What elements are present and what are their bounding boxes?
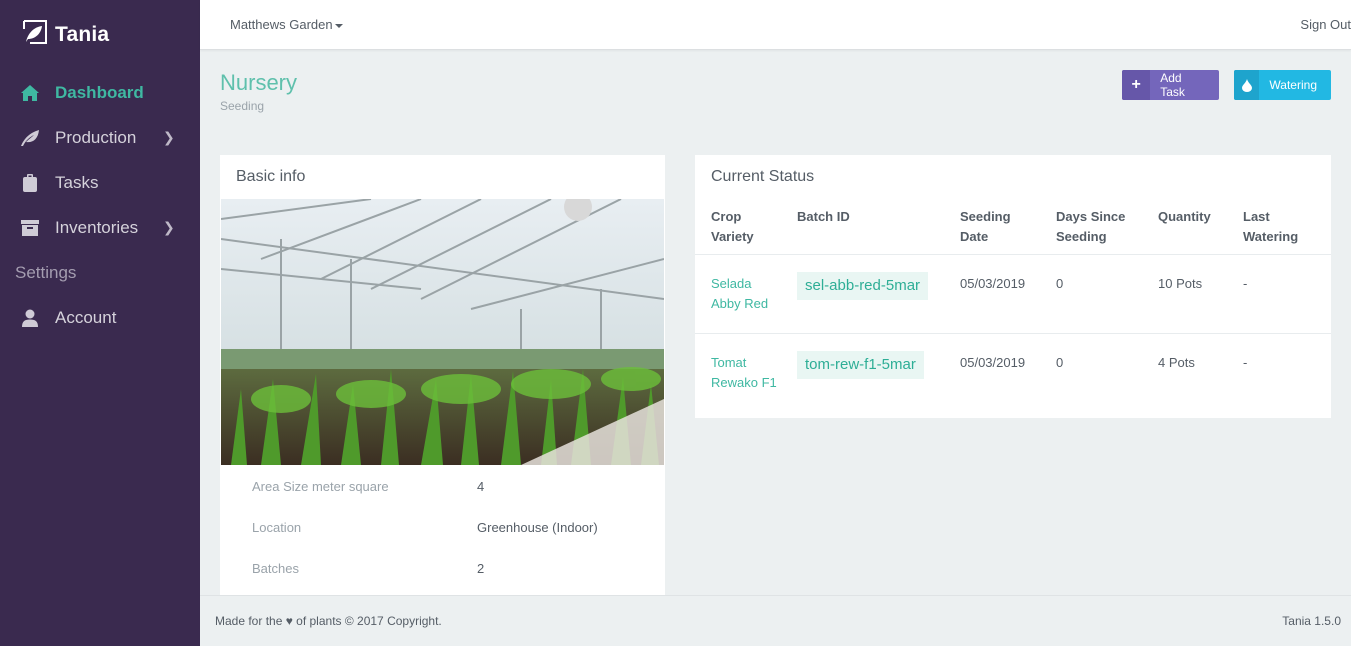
seeding-date-cell: 05/03/2019 bbox=[960, 254, 1056, 334]
quantity-cell: 4 Pots bbox=[1158, 355, 1195, 370]
footer-divider bbox=[200, 595, 1351, 596]
column-header: Seeding Date bbox=[960, 205, 1056, 255]
topbar: Matthews Garden Sign Out bbox=[200, 0, 1351, 50]
table-row: Tomat Rewako F1 tom-rew-f1-5mar 05/03/20… bbox=[695, 334, 1331, 413]
add-task-label: Add Task bbox=[1160, 71, 1185, 99]
table-header-row: Crop Variety Batch ID Seeding Date Days … bbox=[695, 205, 1331, 255]
crop-variety-cell[interactable]: Tomat Rewako F1 bbox=[695, 334, 797, 413]
batch-id-tag[interactable]: tom-rew-f1-5mar bbox=[797, 351, 924, 379]
plus-icon: + bbox=[1122, 70, 1151, 100]
info-label: Batches bbox=[252, 561, 299, 576]
sidebar-item-account[interactable]: Account bbox=[0, 295, 200, 340]
farm-name: Matthews Garden bbox=[230, 17, 333, 32]
archive-icon bbox=[20, 218, 40, 238]
caret-down-icon bbox=[334, 23, 343, 28]
area-photo bbox=[221, 199, 664, 465]
crop-variety-cell[interactable]: Selada Abby Red bbox=[695, 254, 797, 334]
sidebar-item-dashboard[interactable]: Dashboard bbox=[0, 70, 200, 115]
leaf-logo-icon bbox=[22, 19, 48, 50]
page-subtitle: Seeding bbox=[220, 99, 265, 113]
basic-info-title: Basic info bbox=[236, 168, 306, 185]
info-value: 2 bbox=[477, 561, 485, 576]
chevron-right-icon: ❯ bbox=[163, 219, 175, 235]
footer-copyright: Made for the ♥ of plants © 2017 Copyrigh… bbox=[215, 614, 442, 628]
sidebar-item-label: Tasks bbox=[55, 172, 99, 192]
current-status-title: Current Status bbox=[711, 168, 815, 185]
settings-section-label: Settings bbox=[15, 262, 77, 282]
water-drop-icon bbox=[1234, 70, 1260, 100]
status-table: Crop Variety Batch ID Seeding Date Days … bbox=[695, 205, 1331, 412]
crop-name-link[interactable]: Tomat bbox=[711, 353, 797, 373]
info-value: Greenhouse (Indoor) bbox=[477, 520, 598, 535]
sidebar: Tania Dashboard Production ❯ Tasks Inven… bbox=[0, 0, 200, 646]
farm-selector[interactable]: Matthews Garden bbox=[230, 17, 343, 32]
logo[interactable]: Tania bbox=[22, 19, 109, 50]
sidebar-item-tasks[interactable]: Tasks bbox=[0, 160, 200, 205]
quantity-cell: 10 Pots bbox=[1158, 254, 1243, 334]
sidebar-item-label: Account bbox=[55, 307, 117, 327]
last-watering-cell: - bbox=[1243, 254, 1331, 334]
watering-button[interactable]: Watering bbox=[1234, 70, 1331, 100]
watering-label: Watering bbox=[1269, 78, 1317, 92]
sidebar-nav: Dashboard Production ❯ Tasks Inventories… bbox=[0, 70, 200, 340]
page-title: Nursery bbox=[220, 70, 298, 95]
sidebar-item-label: Production bbox=[55, 127, 137, 147]
info-value: 4 bbox=[477, 479, 485, 494]
current-status-card: Current Status Crop Variety Batch ID See… bbox=[695, 155, 1331, 418]
days-since-cell: 0 bbox=[1056, 355, 1064, 370]
last-watering-cell: - bbox=[1243, 355, 1248, 370]
column-header: Days Since Seeding bbox=[1056, 205, 1158, 255]
sign-out-link[interactable]: Sign Out bbox=[1300, 17, 1351, 32]
crop-name-link[interactable]: Selada bbox=[711, 274, 797, 294]
days-since-cell: 0 bbox=[1056, 254, 1158, 334]
batch-id-tag[interactable]: sel-abb-red-5mar bbox=[797, 272, 929, 300]
column-header: Crop Variety bbox=[695, 205, 797, 255]
column-header: Batch ID bbox=[797, 205, 960, 255]
basic-info-card: Basic info Area Size meter square 4 Loca… bbox=[220, 155, 665, 595]
sidebar-item-inventories[interactable]: Inventories ❯ bbox=[0, 205, 200, 250]
leaf-icon bbox=[20, 128, 40, 148]
clipboard-icon bbox=[20, 173, 40, 193]
column-header: Last Watering bbox=[1243, 205, 1331, 255]
home-icon bbox=[20, 83, 40, 103]
info-label: Area Size meter square bbox=[252, 479, 389, 494]
chevron-right-icon: ❯ bbox=[163, 129, 175, 145]
info-label: Location bbox=[252, 520, 302, 535]
sidebar-item-label: Dashboard bbox=[55, 82, 144, 102]
user-icon bbox=[20, 308, 40, 328]
sidebar-item-production[interactable]: Production ❯ bbox=[0, 115, 200, 160]
app-name: Tania bbox=[55, 22, 110, 46]
footer-version: Tania 1.5.0 bbox=[1282, 614, 1341, 628]
batch-id-cell: tom-rew-f1-5mar bbox=[797, 334, 960, 413]
sidebar-item-label: Inventories bbox=[55, 217, 139, 237]
add-task-button[interactable]: + Add Task bbox=[1122, 70, 1219, 100]
variety-name-link[interactable]: Rewako F1 bbox=[711, 373, 797, 393]
seeding-date-cell: 05/03/2019 bbox=[960, 355, 1026, 370]
table-row: Selada Abby Red sel-abb-red-5mar 05/03/2… bbox=[695, 254, 1331, 334]
variety-name-link[interactable]: Abby Red bbox=[711, 294, 797, 314]
column-header: Quantity bbox=[1158, 205, 1243, 255]
batch-id-cell: sel-abb-red-5mar bbox=[797, 254, 960, 334]
